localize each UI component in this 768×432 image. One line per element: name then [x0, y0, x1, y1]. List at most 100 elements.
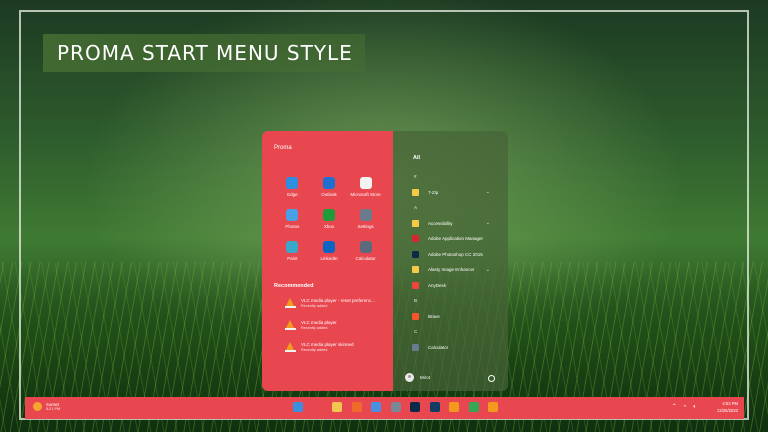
photoshop-icon[interactable] — [410, 402, 420, 412]
start-menu-right-panel: All #7-Zip ⌄ A Accessibility ⌄ Adobe Applicat… — [393, 131, 508, 391]
calculator-icon — [359, 241, 372, 253]
pinned-app-label: Outlook — [321, 192, 337, 197]
photoshop-alt-icon[interactable] — [429, 402, 440, 412]
recommended-item-title: VLC media player skinned — [301, 342, 354, 347]
all-apps-folder[interactable]: Accessibility ⌄ — [412, 216, 502, 232]
vlc-icon[interactable] — [449, 402, 459, 412]
weather-line-2: 5:21 PM — [46, 407, 61, 411]
all-apps-label: 7-Zip — [428, 189, 439, 195]
recommended-item-title: VLC media player - reset preferenc... — [301, 298, 375, 303]
chevron-up-icon[interactable]: ⌃ — [672, 403, 677, 410]
file-explorer-icon[interactable] — [332, 402, 342, 412]
vlc-icon — [285, 298, 296, 308]
wifi-icon[interactable]: ◔ — [683, 404, 687, 410]
chrome-icon[interactable] — [468, 402, 479, 412]
app-icon — [412, 250, 419, 258]
pinned-app-linkedin[interactable]: LinkedIn — [311, 241, 348, 261]
paint-icon — [286, 241, 299, 253]
pinned-app-label: Settings — [357, 224, 374, 229]
settings-icon[interactable] — [390, 402, 401, 412]
all-apps-folder[interactable]: 7-Zip ⌄ — [412, 185, 502, 201]
edge-icon — [286, 177, 299, 189]
xbox-icon — [322, 209, 335, 221]
gear-icon — [359, 209, 372, 221]
folder-icon — [412, 219, 419, 227]
vlc-icon — [285, 342, 296, 352]
pinned-app-microsoft-store[interactable]: Microsoft Store — [347, 177, 384, 197]
firefox-icon[interactable] — [351, 402, 362, 412]
pinned-app-label: LinkedIn — [320, 256, 338, 261]
start-icon[interactable] — [293, 402, 303, 412]
all-apps-label: C — [414, 329, 418, 335]
recommended-item-text: VLC media player - reset preferenc... Rec… — [301, 298, 375, 308]
chevron-down-icon: ⌄ — [485, 220, 490, 227]
folder-icon — [412, 188, 419, 196]
app-icon — [412, 235, 419, 243]
pinned-app-label: Edge — [287, 192, 298, 197]
pinned-app-edge[interactable]: Edge — [274, 177, 311, 197]
pinned-app-label: Photos — [285, 224, 300, 229]
pinned-app-label: Calculator — [355, 256, 376, 261]
all-apps-letter-header[interactable]: B — [412, 293, 502, 309]
all-apps-item[interactable]: Brave — [412, 309, 502, 325]
chevron-down-icon: ⌄ — [485, 189, 490, 196]
avatar — [405, 373, 414, 382]
photos-icon — [286, 209, 299, 221]
store-icon[interactable] — [371, 402, 381, 412]
pinned-app-settings[interactable]: Settings — [347, 209, 384, 229]
all-apps-label: Adobe Application Manager — [428, 236, 484, 242]
recommended-list: VLC media player - reset preferenc... Rec… — [285, 298, 375, 364]
user-account-button[interactable]: Mirot — [405, 373, 430, 382]
recommended-item[interactable]: VLC media player skinned Recently added — [285, 342, 375, 364]
all-apps-label: Accessibility — [428, 220, 453, 226]
linkedin-icon — [322, 241, 335, 253]
recommended-title: Recommended — [274, 283, 314, 289]
pinned-app-photos[interactable]: Photos — [274, 209, 311, 229]
system-tray: ⌃ ◔ ◖ — [666, 403, 696, 411]
all-apps-item[interactable]: AnyDesk — [412, 278, 502, 294]
pinned-apps-grid: Edge Outlook Microsoft Store Photos Xbox Sett… — [274, 177, 384, 261]
all-apps-item[interactable]: Adobe Application Manager — [412, 231, 502, 247]
all-apps-label: Calculator — [428, 344, 449, 350]
recommended-item-subtitle: Recently added — [301, 326, 328, 330]
taskbar: Sunset 5:21 PM ⌃ ◔ ◖ 4:53 PM 12/25/2023 — [25, 397, 744, 419]
all-apps-letter-header[interactable]: # — [412, 169, 502, 185]
search-icon[interactable] — [312, 402, 323, 412]
pinned-app-calculator[interactable]: Calculator — [347, 241, 384, 261]
recommended-item[interactable]: VLC media player - reset preferenc... Rec… — [285, 298, 375, 320]
app-icon — [412, 281, 419, 289]
recommended-item[interactable]: VLC media player Recently added — [285, 320, 375, 342]
recommended-item-title: VLC media player — [301, 320, 337, 325]
weather-widget[interactable]: Sunset 5:21 PM — [33, 402, 60, 411]
start-menu-title: Proma — [274, 145, 292, 151]
all-apps-folder[interactable]: Alasty Image Enhancer ⌄ — [412, 262, 502, 278]
pinned-app-outlook[interactable]: Outlook — [311, 177, 348, 197]
vlc-icon — [285, 320, 296, 330]
recommended-item-subtitle: Recently added — [301, 348, 328, 352]
all-apps-label: A — [414, 205, 418, 211]
all-apps-letter-header[interactable]: A — [412, 200, 502, 216]
all-apps-title: All — [413, 155, 421, 161]
recommended-item-text: VLC media player skinned Recently added — [301, 342, 354, 352]
power-icon[interactable] — [488, 375, 495, 382]
taskbar-app-icons — [293, 402, 508, 412]
recommended-item-text: VLC media player Recently added — [301, 320, 337, 330]
all-apps-label: AnyDesk — [428, 282, 447, 288]
taskbar-clock[interactable]: 4:53 PM 12/25/2023 — [717, 401, 738, 414]
pinned-app-label: Paint — [287, 256, 298, 261]
pinned-app-paint[interactable]: Paint — [274, 241, 311, 261]
chevron-down-icon: ⌄ — [485, 266, 490, 273]
all-apps-item[interactable]: Calculator — [412, 340, 502, 356]
volume-icon[interactable]: ◖ — [692, 404, 696, 410]
clock-date: 12/25/2023 — [717, 407, 738, 413]
vlc-alt-icon[interactable] — [488, 402, 498, 412]
all-apps-label: Adobe Photoshop CC 2015 — [428, 251, 483, 257]
pinned-app-xbox[interactable]: Xbox — [311, 209, 348, 229]
all-apps-list: #7-Zip ⌄ A Accessibility ⌄ Adobe Application … — [412, 169, 502, 355]
banner-title: PROMA START MENU STYLE — [43, 34, 365, 72]
outlook-icon — [322, 177, 335, 189]
all-apps-letter-header[interactable]: C — [412, 324, 502, 340]
all-apps-item[interactable]: Adobe Photoshop CC 2015 — [412, 247, 502, 263]
all-apps-label: Alasty Image Enhancer — [428, 267, 475, 273]
all-apps-label: Brave — [428, 313, 440, 319]
